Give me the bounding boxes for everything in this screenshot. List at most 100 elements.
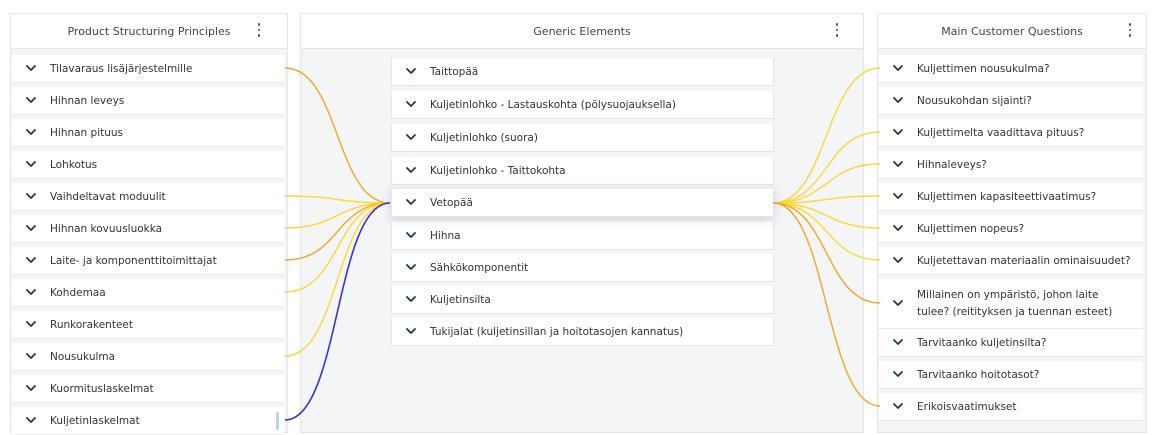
element-item-label: Taittopää xyxy=(430,65,479,78)
element-item-kuljetinlohko-suora[interactable]: Kuljetinlohko (suora) xyxy=(391,124,774,152)
element-item-sahkokomponentit[interactable]: Sähkökomponentit xyxy=(391,254,774,282)
chevron-down-icon[interactable] xyxy=(406,263,416,273)
chevron-down-icon[interactable] xyxy=(406,166,416,176)
panel-header: Product Structuring Principles xyxy=(11,14,287,49)
chevron-down-icon[interactable] xyxy=(893,224,903,234)
chevron-down-icon[interactable] xyxy=(26,160,36,170)
chevron-down-icon[interactable] xyxy=(26,96,36,106)
chevron-down-icon[interactable] xyxy=(26,416,36,426)
element-item-kuljetinlohko-lastauskohta-polysuojaukse[interactable]: Kuljetinlohko - Lastauskohta (pölysuojau… xyxy=(391,91,774,119)
question-item-tarvitaanko-hoitotasot[interactable]: Tarvitaanko hoitotasot? xyxy=(879,361,1143,389)
chevron-down-icon[interactable] xyxy=(893,402,903,412)
question-item-kuljettimen-nopeus[interactable]: Kuljettimen nopeus? xyxy=(879,215,1143,243)
principle-item-hihnan-leveys[interactable]: Hihnan leveys xyxy=(12,87,284,115)
scrollbar-thumb[interactable] xyxy=(276,412,279,430)
principle-item-hihnan-kovuusluokka[interactable]: Hihnan kovuusluokka xyxy=(12,215,284,243)
chevron-down-icon[interactable] xyxy=(893,370,903,380)
chevron-down-icon[interactable] xyxy=(26,128,36,138)
element-item-label: Sähkökomponentit xyxy=(430,261,529,274)
chevron-down-icon[interactable] xyxy=(893,96,903,106)
element-item-kuljetinlohko-taittokohta[interactable]: Kuljetinlohko - Taittokohta xyxy=(391,157,774,185)
element-item-label: Vetopää xyxy=(430,196,473,209)
chevron-down-icon[interactable] xyxy=(26,320,36,330)
principle-item-label: Kohdemaa xyxy=(50,286,106,299)
chevron-down-icon[interactable] xyxy=(26,256,36,266)
panel-title: Product Structuring Principles xyxy=(67,24,231,38)
kebab-menu-icon[interactable] xyxy=(253,22,265,38)
principle-item-kohdemaa[interactable]: Kohdemaa xyxy=(12,279,284,307)
element-item-label: Kuljetinlohko - Lastauskohta (pölysuojau… xyxy=(430,98,676,111)
chevron-down-icon[interactable] xyxy=(893,64,903,74)
element-item-taittopaa[interactable]: Taittopää xyxy=(391,58,774,86)
element-item-tukijalat-kuljetinsillan-ja-hoitotasojen[interactable]: Tukijalat (kuljetinsillan ja hoitotasoje… xyxy=(391,318,774,346)
question-item-label: Kuljettimen kapasiteettivaatimus? xyxy=(917,190,1097,203)
chevron-down-icon[interactable] xyxy=(26,384,36,394)
question-item-tarvitaanko-kuljetinsilta[interactable]: Tarvitaanko kuljetinsilta? xyxy=(879,329,1143,357)
principle-item-lohkotus[interactable]: Lohkotus xyxy=(12,151,284,179)
principle-item-label: Hihnan pituus xyxy=(50,126,124,139)
principle-item-label: Runkorakenteet xyxy=(50,318,133,331)
panel-title: Generic Elements xyxy=(533,24,631,38)
principle-item-label: Laite- ja komponenttitoimittajat xyxy=(50,254,217,267)
question-item-label: Erikoisvaatimukset xyxy=(917,400,1017,413)
principle-item-kuljetinlaskelmat[interactable]: Kuljetinlaskelmat xyxy=(12,407,284,435)
chevron-down-icon[interactable] xyxy=(406,231,416,241)
question-item-erikoisvaatimukset[interactable]: Erikoisvaatimukset xyxy=(879,393,1143,421)
chevron-down-icon[interactable] xyxy=(893,299,903,309)
chevron-down-icon[interactable] xyxy=(406,295,416,305)
kebab-menu-icon[interactable] xyxy=(1124,22,1136,38)
principle-item-runkorakenteet[interactable]: Runkorakenteet xyxy=(12,311,284,339)
chevron-down-icon[interactable] xyxy=(406,327,416,337)
question-item-millainen-on-ymparisto-johon-laite-tulee[interactable]: Millainen on ympäristö, johon laite tule… xyxy=(879,279,1143,329)
question-item-kuljettimen-nousukulma[interactable]: Kuljettimen nousukulma? xyxy=(879,55,1143,83)
product-structuring-principles-panel: Product Structuring Principles Tilavarau… xyxy=(10,13,288,435)
question-item-kuljettimelta-vaadittava-pituus[interactable]: Kuljettimelta vaadittava pituus? xyxy=(879,119,1143,147)
principle-item-label: Kuljetinlaskelmat xyxy=(50,414,140,427)
chevron-down-icon[interactable] xyxy=(406,133,416,143)
chevron-down-icon[interactable] xyxy=(893,128,903,138)
chevron-down-icon[interactable] xyxy=(26,224,36,234)
principle-item-vaihdeltavat-moduulit[interactable]: Vaihdeltavat moduulit xyxy=(12,183,284,211)
question-item-label: Millainen on ympäristö, johon laite tule… xyxy=(917,288,1113,318)
question-item-hihnaleveys[interactable]: Hihnaleveys? xyxy=(879,151,1143,179)
chevron-down-icon[interactable] xyxy=(406,67,416,77)
principle-item-nousukulma[interactable]: Nousukulma xyxy=(12,343,284,371)
element-item-vetopaa[interactable]: Vetopää xyxy=(391,189,774,217)
chevron-down-icon[interactable] xyxy=(893,256,903,266)
chevron-down-icon[interactable] xyxy=(406,198,416,208)
kebab-menu-icon[interactable] xyxy=(831,22,843,38)
question-item-label: Kuljetettavan materiaalin ominaisuudet? xyxy=(917,254,1131,267)
chevron-down-icon[interactable] xyxy=(893,192,903,202)
element-item-label: Kuljetinlohko - Taittokohta xyxy=(430,164,566,177)
question-item-kuljetettavan-materiaalin-ominaisuudet[interactable]: Kuljetettavan materiaalin ominaisuudet? xyxy=(879,247,1143,275)
chevron-down-icon[interactable] xyxy=(406,100,416,110)
question-item-label: Tarvitaanko hoitotasot? xyxy=(917,368,1040,381)
panel-header: Main Customer Questions xyxy=(878,14,1146,49)
panel-header: Generic Elements xyxy=(301,14,863,49)
question-item-nousukohdan-sijainti[interactable]: Nousukohdan sijainti? xyxy=(879,87,1143,115)
principle-item-kuormituslaskelmat[interactable]: Kuormituslaskelmat xyxy=(12,375,284,403)
question-item-label: Kuljettimen nopeus? xyxy=(917,222,1025,235)
question-item-label: Kuljettimen nousukulma? xyxy=(917,62,1050,75)
element-item-kuljetinsilta[interactable]: Kuljetinsilta xyxy=(391,286,774,314)
chevron-down-icon[interactable] xyxy=(893,338,903,348)
question-item-kuljettimen-kapasiteettivaatimus[interactable]: Kuljettimen kapasiteettivaatimus? xyxy=(879,183,1143,211)
chevron-down-icon[interactable] xyxy=(26,192,36,202)
question-item-label: Hihnaleveys? xyxy=(917,158,987,171)
chevron-down-icon[interactable] xyxy=(26,288,36,298)
principle-item-label: Tilavaraus lisäjärjestelmille xyxy=(50,62,193,75)
main-customer-questions-panel: Main Customer Questions Kuljettimen nous… xyxy=(877,13,1147,433)
element-item-label: Tukijalat (kuljetinsillan ja hoitotasoje… xyxy=(430,325,684,338)
chevron-down-icon[interactable] xyxy=(26,64,36,74)
chevron-down-icon[interactable] xyxy=(893,160,903,170)
principle-item-label: Kuormituslaskelmat xyxy=(50,382,154,395)
element-item-label: Kuljetinlohko (suora) xyxy=(430,131,538,144)
chevron-down-icon[interactable] xyxy=(26,352,36,362)
principle-item-label: Hihnan leveys xyxy=(50,94,125,107)
element-item-hihna[interactable]: Hihna xyxy=(391,222,774,250)
principle-item-hihnan-pituus[interactable]: Hihnan pituus xyxy=(12,119,284,147)
principle-item-laite-ja-komponenttitoimittajat[interactable]: Laite- ja komponenttitoimittajat xyxy=(12,247,284,275)
principle-item-tilavaraus-lisajarjestelmille[interactable]: Tilavaraus lisäjärjestelmille xyxy=(12,55,284,83)
element-item-label: Kuljetinsilta xyxy=(430,293,491,306)
principle-item-label: Lohkotus xyxy=(50,158,98,171)
